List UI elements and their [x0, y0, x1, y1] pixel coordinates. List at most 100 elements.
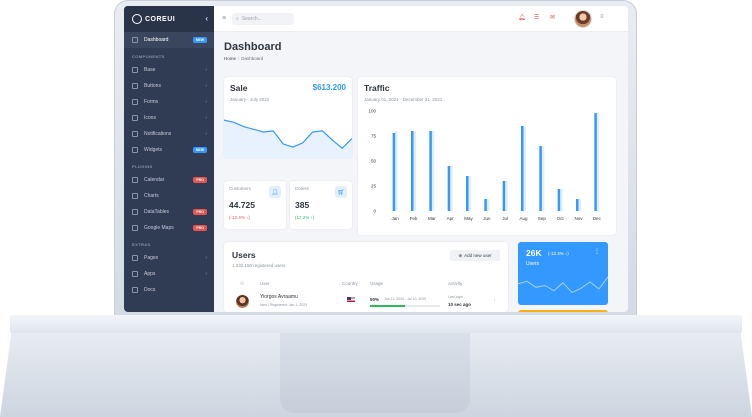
activity-value: 10 sec ago: [448, 302, 472, 307]
secondary-kpi-card: [518, 310, 608, 312]
sidebar-item-label: Base: [144, 67, 156, 73]
col-user: User: [260, 281, 270, 286]
chevron-right-icon: ›: [205, 115, 207, 121]
col-activity: Activity: [448, 281, 463, 286]
orders-card: Orders 🛒︎ 385 (17.2% ↑): [290, 181, 352, 229]
x-tick-label: May: [464, 216, 473, 221]
cursor-icon: [132, 83, 138, 89]
map-icon: [132, 225, 138, 231]
usage-range: Jun 11, 2020 - Jul 10, 2020: [384, 297, 427, 301]
breadcrumb: Home / Dashboard: [224, 56, 264, 61]
kpi-label: Users: [526, 261, 540, 267]
pro-badge: PRO: [193, 177, 207, 183]
sidebar-item-label: Charts: [144, 193, 159, 199]
sidebar-item-label: Docs: [144, 287, 156, 293]
envelope-icon[interactable]: ✉: [550, 14, 555, 21]
user-avatar[interactable]: [574, 10, 592, 28]
y-tick-label: 75: [371, 134, 377, 139]
customers-card: Customers 👤︎ 44.725 (-12.4% ↓): [224, 181, 286, 229]
user-name: Yiorgos Avraamu: [260, 294, 298, 300]
sidebar-item-charts[interactable]: Charts: [124, 188, 214, 204]
page-title: Dashboard: [224, 41, 282, 53]
users-title: Users: [232, 250, 256, 260]
calendar-icon: [132, 177, 138, 183]
breadcrumb-home[interactable]: Home: [224, 56, 236, 61]
list-icon[interactable]: ☰: [534, 14, 539, 21]
sidebar-item-label: Pages: [144, 255, 159, 261]
bar: [466, 176, 469, 211]
sidebar-item-google-maps[interactable]: Google Maps PRO: [124, 220, 214, 236]
bell-icon[interactable]: 🔔︎: [518, 14, 526, 21]
traffic-card: Traffic January 01, 2021 - December 31, …: [358, 77, 616, 235]
users-card: Users 1.232.150 registered users ⊕ Add ne…: [224, 242, 508, 312]
bar: [484, 199, 487, 211]
activity-label: Last login: [448, 295, 463, 299]
add-user-button[interactable]: ⊕ Add new user: [450, 250, 500, 261]
usage-value: 50%: [370, 297, 380, 302]
sidebar-item-datatables[interactable]: DataTables PRO: [124, 204, 214, 220]
brand[interactable]: COREUI ‹: [124, 6, 214, 32]
bar: [411, 131, 414, 211]
sidebar-item-widgets[interactable]: Widgets NEW: [124, 142, 214, 158]
chevron-right-icon: ›: [205, 99, 207, 105]
sidebar-item-forms[interactable]: Forms ›: [124, 94, 214, 110]
search-icon: ⌕: [236, 16, 239, 22]
x-tick-label: Nov: [574, 216, 583, 221]
sidebar-item-dashboard[interactable]: Dashboard NEW: [124, 32, 214, 48]
user-avatar: [236, 295, 249, 308]
speedometer-icon: [132, 37, 138, 43]
user-meta: New | Registered: Jan 1, 2023: [260, 303, 308, 307]
x-tick-label: Jan: [392, 216, 400, 221]
more-vertical-icon[interactable]: ⋮: [492, 297, 497, 303]
sidebar-item-label: Forms: [144, 99, 159, 105]
traffic-period: January 01, 2021 - December 31, 2021: [364, 97, 443, 102]
calculator-icon: [132, 147, 138, 153]
menu-toggle-icon[interactable]: ≡: [222, 15, 226, 22]
menu-icon[interactable]: ≡: [600, 14, 604, 20]
kpi-value: 26K: [526, 248, 542, 258]
sidebar-item-pages[interactable]: Pages ›: [124, 250, 214, 266]
y-tick-label: 0: [373, 209, 376, 214]
plugins-title: PLUGINS: [132, 164, 153, 169]
sale-title: Sale: [230, 83, 248, 93]
new-badge: NEW: [192, 37, 207, 43]
coreui-logo-icon: [132, 14, 142, 24]
x-tick-label: Apr: [447, 216, 455, 221]
more-vertical-icon[interactable]: ⋮: [594, 248, 600, 255]
sidebar-item-label: Buttons: [144, 83, 161, 89]
col-usage: Usage: [370, 281, 384, 286]
sidebar-item-apps[interactable]: Apps ›: [124, 266, 214, 282]
sidebar-item-notifications[interactable]: Notifications ›: [124, 126, 214, 142]
add-user-label: Add new user: [464, 253, 492, 258]
pro-badge: PRO: [193, 225, 207, 231]
y-tick-label: 50: [371, 159, 377, 164]
sidebar-item-label: DataTables: [144, 209, 170, 215]
orders-value: 385: [295, 200, 310, 210]
pro-badge: PRO: [193, 209, 207, 215]
x-tick-label: Oct: [557, 216, 565, 221]
puzzle-icon: [132, 67, 138, 73]
sidebar-item-label: Dashboard: [144, 37, 169, 43]
sale-trend-chart: [224, 119, 352, 159]
chevron-right-icon: ›: [205, 255, 207, 261]
sidebar: COREUI ‹ Dashboard NEW COMPONENTS Base › …: [124, 6, 214, 312]
people-icon: 👤︎: [269, 186, 281, 198]
chevron-left-icon[interactable]: ‹: [205, 14, 208, 23]
laptop-screen: COREUI ‹ Dashboard NEW COMPONENTS Base › …: [124, 6, 628, 312]
breadcrumb-current: Dashboard: [241, 56, 264, 61]
sidebar-item-buttons[interactable]: Buttons ›: [124, 78, 214, 94]
main-content: Dashboard Home / Dashboard Sale $613.200 J…: [214, 32, 628, 312]
sidebar-item-base[interactable]: Base ›: [124, 62, 214, 78]
us-flag-icon: [347, 297, 355, 302]
search-input[interactable]: ⌕ Search...: [232, 13, 294, 25]
sidebar-item-icons[interactable]: Icons ›: [124, 110, 214, 126]
sidebar-item-docs[interactable]: Docs: [124, 282, 214, 298]
add-user-icon: ⊕: [458, 252, 463, 258]
sidebar-item-calendar[interactable]: Calendar PRO: [124, 172, 214, 188]
notes-icon: [132, 99, 138, 105]
sidebar-item-label: Widgets: [144, 147, 163, 153]
brand-name: COREUI: [145, 15, 176, 23]
chevron-right-icon: ›: [205, 271, 207, 277]
usage-bar: [370, 305, 440, 307]
orders-delta: (17.2% ↑): [295, 215, 315, 220]
